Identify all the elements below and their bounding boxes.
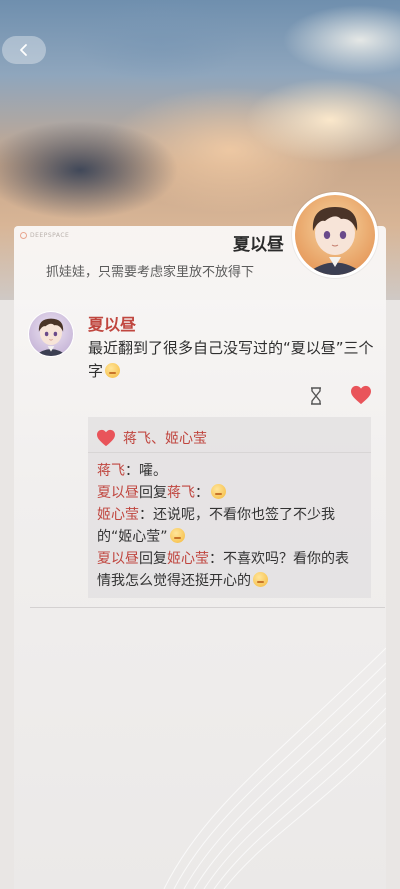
profile-avatar[interactable] [292,192,378,278]
post-author-avatar[interactable] [28,311,74,357]
comment-author[interactable]: 姬心莹 [97,507,139,523]
post-content: 最近翻到了很多自己没写过的“夏以昼”三个字 [88,337,378,383]
post-author-name[interactable]: 夏以昼 [88,311,136,335]
back-button[interactable] [2,36,46,64]
brand-logo-icon [20,232,27,239]
comment-item[interactable]: 夏以昼回复蒋飞： [97,482,362,504]
reply-word: 回复 [139,485,167,501]
comment-author[interactable]: 蒋飞 [97,463,125,479]
decorative-wave [163,647,386,889]
comment-author[interactable]: 夏以昼 [97,485,139,501]
reply-word: 回复 [139,551,167,567]
likes-row: 蒋飞、姬心莹 [96,428,207,448]
comment-text: ： [195,485,209,501]
comment-item[interactable]: 夏以昼回复姬心莹：不喜欢吗？看你的表情我怎么觉得还挺开心的 [97,548,362,592]
reply-target[interactable]: 姬心莹 [167,551,209,567]
comment-author[interactable]: 夏以昼 [97,551,139,567]
brand-logo: DEEPSPACE [20,232,69,239]
avatar-image [29,312,73,356]
heart-icon[interactable] [350,385,372,405]
hourglass-icon[interactable] [309,387,323,405]
comment-text: ：嚯。 [125,463,167,479]
post-text: 最近翻到了很多自己没写过的“夏以昼”三个字 [88,339,374,380]
divider [88,452,371,453]
brand-logo-text: DEEPSPACE [30,232,70,239]
comment-item[interactable]: 蒋飞：嚯。 [97,460,362,482]
profile-bio: 抓娃娃，只需要考虑家里放不放得下 [46,265,255,280]
avatar-image [295,195,375,275]
emoji-icon [105,363,121,378]
chevron-left-icon [20,44,27,56]
emoji-icon [253,572,268,587]
emoji-icon [169,528,185,543]
emoji-icon [211,484,226,499]
likes-names[interactable]: 蒋飞、姬心莹 [123,428,207,448]
profile-name: 夏以昼 [233,235,284,255]
reply-target[interactable]: 蒋飞 [167,485,195,501]
heart-icon [97,429,115,447]
comment-list: 蒋飞：嚯。 夏以昼回复蒋飞： 姬心莹：还说呢，不看你也签了不少我的“姬心莹” 夏… [97,460,362,592]
comment-item[interactable]: 姬心莹：还说呢，不看你也签了不少我的“姬心莹” [97,504,362,548]
